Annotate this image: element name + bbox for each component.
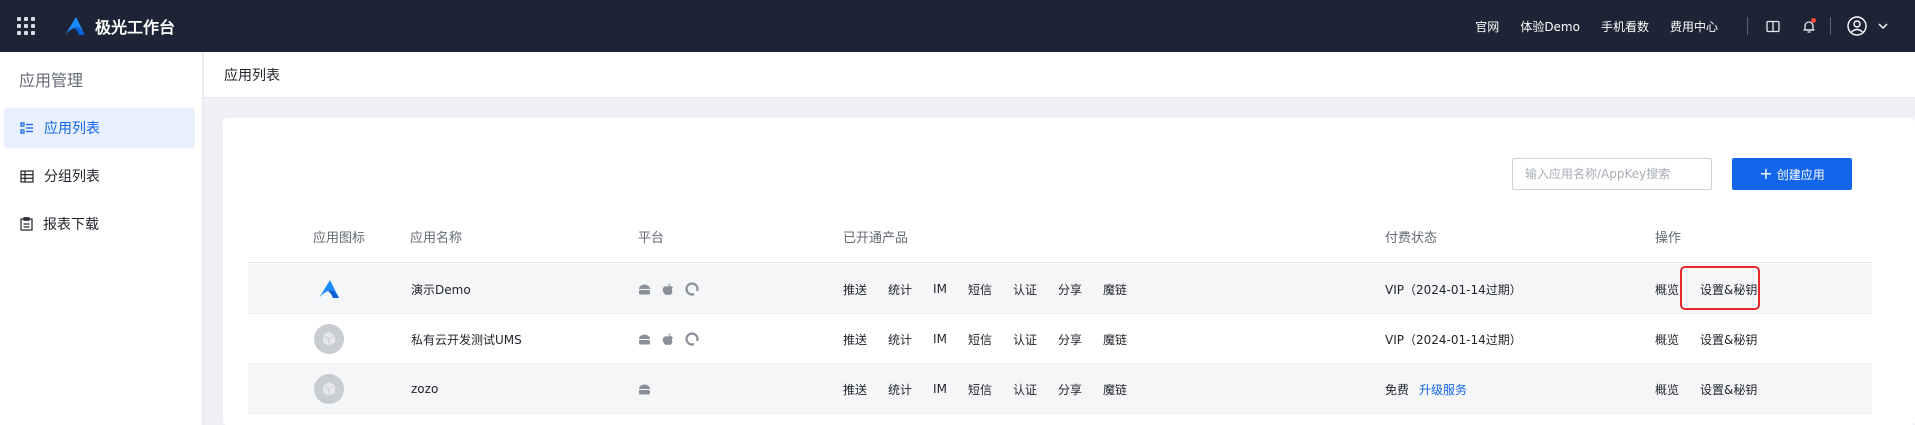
pay-status: VIP（2024-01-14过期） xyxy=(1385,282,1522,297)
sidebar-item-label: 应用列表 xyxy=(44,121,100,137)
column-header: 应用名称 xyxy=(410,231,463,246)
product-tag: IM xyxy=(933,332,947,346)
sidebar: 应用管理 应用列表 分组列表 报表下载 xyxy=(0,52,203,425)
overview-link[interactable]: 概览 xyxy=(1655,381,1679,398)
product-tag: 统计 xyxy=(888,382,913,397)
android-icon xyxy=(638,334,651,345)
overview-link[interactable]: 概览 xyxy=(1655,331,1679,348)
product-tag: 认证 xyxy=(1012,282,1037,297)
apple-icon xyxy=(662,332,674,346)
app-name[interactable]: 演示Demo xyxy=(411,264,471,314)
app-grid-icon[interactable] xyxy=(17,17,35,35)
user-avatar-icon xyxy=(1847,16,1867,36)
default-app-icon xyxy=(314,374,344,404)
product-tag: 魔链 xyxy=(1102,382,1127,397)
column-header: 应用图标 xyxy=(313,231,366,246)
sidebar-item-report-download[interactable]: 报表下载 xyxy=(4,204,195,244)
brand-name: 极光工作台 xyxy=(95,18,176,37)
column-header: 平台 xyxy=(638,231,665,246)
settings-keys-link[interactable]: 设置&秘钥 xyxy=(1700,331,1757,348)
settings-keys-link[interactable]: 设置&秘钥 xyxy=(1700,381,1757,398)
table-icon xyxy=(20,169,34,183)
report-icon xyxy=(20,217,33,231)
notification-bell-icon[interactable] xyxy=(1800,17,1818,35)
product-tag: 推送 xyxy=(843,332,868,347)
product-tag: 统计 xyxy=(888,282,913,297)
apple-icon xyxy=(662,282,674,296)
app-name[interactable]: zozo xyxy=(411,364,438,414)
product-tag: 统计 xyxy=(888,332,913,347)
harmony-icon xyxy=(685,282,699,296)
app-list-card: + 创建应用 应用图标 应用名称 平台 已开通产品 付费状态 操作 演示Demo… xyxy=(223,118,1915,425)
product-tag: 短信 xyxy=(967,332,992,347)
sidebar-item-label: 分组列表 xyxy=(44,169,100,185)
sidebar-item-group-list[interactable]: 分组列表 xyxy=(4,156,195,196)
table-row: 演示Demo 推送 统计 IM 短信 认证 分享 魔链 VIP（2024-01-… xyxy=(248,264,1872,314)
demo-link[interactable]: 体验Demo xyxy=(1520,18,1580,35)
top-navbar: 极光工作台 官网 体验Demo 手机看数 费用中心 xyxy=(0,0,1915,52)
create-app-button[interactable]: + 创建应用 xyxy=(1732,158,1852,190)
android-icon xyxy=(638,284,651,295)
product-list: 推送 统计 IM 短信 认证 分享 魔链 xyxy=(843,314,1148,364)
user-menu[interactable] xyxy=(1847,16,1889,36)
product-tag: 推送 xyxy=(843,282,868,297)
page-title: 应用列表 xyxy=(224,67,280,84)
column-header: 操作 xyxy=(1655,231,1682,246)
product-tag: 短信 xyxy=(967,282,992,297)
android-icon xyxy=(638,384,651,395)
sidebar-item-app-list[interactable]: 应用列表 xyxy=(4,108,195,148)
app-name[interactable]: 私有云开发测试UMS xyxy=(411,314,522,364)
product-tag: 分享 xyxy=(1057,282,1082,297)
sidebar-title: 应用管理 xyxy=(19,71,84,90)
jiguang-logo-icon xyxy=(65,17,85,35)
default-app-icon xyxy=(314,324,344,354)
product-tag: 推送 xyxy=(843,382,868,397)
divider xyxy=(1747,17,1748,35)
page-header: 应用列表 xyxy=(204,52,1915,98)
product-list: 推送 统计 IM 短信 认证 分享 魔链 xyxy=(843,364,1148,414)
brand[interactable]: 极光工作台 xyxy=(63,14,175,38)
highlight-box xyxy=(1680,266,1760,310)
platform-icons xyxy=(638,364,662,414)
notification-dot xyxy=(1811,18,1816,23)
plus-icon: + xyxy=(1759,164,1773,183)
product-tag: 分享 xyxy=(1057,382,1082,397)
chevron-down-icon xyxy=(1878,23,1888,29)
platform-icons xyxy=(638,314,710,364)
sidebar-item-label: 报表下载 xyxy=(43,217,99,233)
table-row: zozo 推送 统计 IM 短信 认证 分享 魔链 免费 升级服务 概览 设置&… xyxy=(248,364,1872,414)
product-tag: IM xyxy=(933,282,947,296)
product-tag: 短信 xyxy=(967,382,992,397)
product-tag: 认证 xyxy=(1012,332,1037,347)
upgrade-service-link[interactable]: 升级服务 xyxy=(1419,381,1467,398)
table-header: 应用图标 应用名称 平台 已开通产品 付费状态 操作 xyxy=(248,208,1872,263)
product-tag: 认证 xyxy=(1012,382,1037,397)
search-input[interactable] xyxy=(1512,158,1712,190)
product-tag: IM xyxy=(933,382,947,396)
overview-link[interactable]: 概览 xyxy=(1655,281,1679,298)
platform-icons xyxy=(638,264,710,314)
product-tag: 魔链 xyxy=(1102,282,1127,297)
product-tag: 魔链 xyxy=(1102,332,1127,347)
official-site-link[interactable]: 官网 xyxy=(1475,18,1499,35)
column-header: 已开通产品 xyxy=(843,231,909,246)
pay-status: 免费 xyxy=(1385,382,1410,397)
harmony-icon xyxy=(685,332,699,346)
mobile-data-link[interactable]: 手机看数 xyxy=(1601,18,1649,35)
product-list: 推送 统计 IM 短信 认证 分享 魔链 xyxy=(843,264,1148,314)
create-app-label: 创建应用 xyxy=(1776,167,1825,182)
divider xyxy=(1830,17,1831,35)
jiguang-app-icon xyxy=(314,274,344,304)
product-tag: 分享 xyxy=(1057,332,1082,347)
pay-status: VIP（2024-01-14过期） xyxy=(1385,332,1522,347)
list-icon xyxy=(20,121,33,134)
column-header: 付费状态 xyxy=(1385,231,1438,246)
table-row: 私有云开发测试UMS 推送 统计 IM 短信 认证 分享 魔链 VIP（2024… xyxy=(248,314,1872,364)
billing-link[interactable]: 费用中心 xyxy=(1670,18,1718,35)
docs-icon[interactable] xyxy=(1764,17,1782,35)
